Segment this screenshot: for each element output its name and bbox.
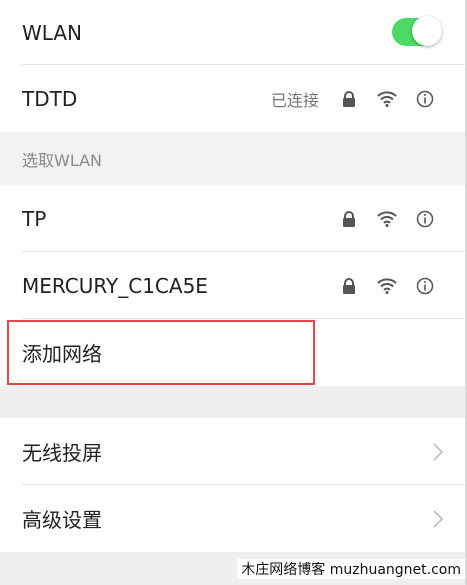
lock-icon bbox=[339, 89, 359, 109]
watermark-text: 木庄网络博客 muzhuangnet.com bbox=[237, 559, 465, 579]
chevron-right-icon bbox=[433, 485, 443, 552]
network-row[interactable]: MERCURY_C1CA5E bbox=[0, 252, 465, 319]
network-ssid: MERCURY_C1CA5E bbox=[22, 273, 208, 298]
menu-item-label: 无线投屏 bbox=[22, 441, 102, 465]
wifi-icon bbox=[377, 209, 397, 229]
info-icon[interactable] bbox=[415, 276, 435, 296]
network-ssid: TP bbox=[22, 206, 47, 231]
section-header: 选取WLAN bbox=[0, 132, 465, 185]
network-row[interactable]: TP bbox=[0, 185, 465, 252]
connected-network-row[interactable]: TDTD 已连接 bbox=[0, 65, 465, 132]
wlan-settings-page: WLAN TDTD 已连接 选取WLAN TP MERCURY_C1CA5E 添… bbox=[0, 0, 467, 585]
wlan-toggle-row[interactable]: WLAN bbox=[0, 0, 465, 65]
lock-icon bbox=[339, 276, 359, 296]
connection-status: 已连接 bbox=[270, 90, 319, 110]
wifi-icon bbox=[377, 276, 397, 296]
highlight-box bbox=[7, 320, 315, 385]
info-icon[interactable] bbox=[415, 89, 435, 109]
section-title: 选取WLAN bbox=[22, 150, 103, 170]
menu-item-label: 高级设置 bbox=[22, 508, 102, 532]
chevron-right-icon bbox=[433, 418, 443, 485]
wifi-icon bbox=[377, 89, 397, 109]
network-ssid: TDTD bbox=[22, 86, 78, 111]
wlan-label: WLAN bbox=[22, 20, 83, 45]
wireless-display-row[interactable]: 无线投屏 bbox=[0, 418, 465, 485]
info-icon[interactable] bbox=[415, 209, 435, 229]
lock-icon bbox=[339, 209, 359, 229]
advanced-settings-row[interactable]: 高级设置 bbox=[0, 485, 465, 552]
toggle-knob bbox=[412, 16, 442, 46]
wlan-toggle-switch[interactable] bbox=[392, 16, 442, 46]
